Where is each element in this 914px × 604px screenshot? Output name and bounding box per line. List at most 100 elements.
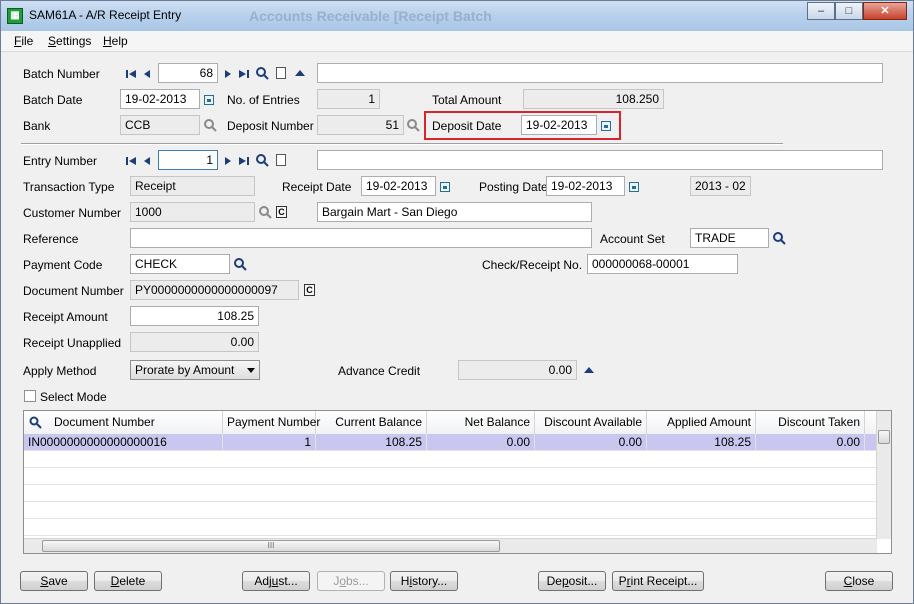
- account-set-finder-icon[interactable]: [772, 231, 786, 245]
- column-header-payment-number[interactable]: Payment Number: [223, 411, 320, 434]
- new-entry-icon[interactable]: [276, 154, 286, 166]
- receipt-date-calendar-icon[interactable]: [440, 182, 450, 192]
- print-receipt-button[interactable]: Print Receipt...: [612, 571, 704, 591]
- cell-discount-available: 0.00: [535, 434, 647, 451]
- column-header-net-balance[interactable]: Net Balance: [427, 411, 535, 434]
- reference-label: Reference: [23, 232, 79, 246]
- horizontal-scroll-thumb[interactable]: III: [42, 540, 500, 552]
- column-header-current-balance[interactable]: Current Balance: [316, 411, 427, 434]
- account-set-input[interactable]: TRADE: [690, 228, 769, 248]
- grid-horizontal-scrollbar[interactable]: III: [24, 538, 877, 553]
- batch-date-label: Batch Date: [23, 93, 83, 107]
- entry-number-input[interactable]: 1: [158, 150, 218, 170]
- customer-finder-icon[interactable]: [258, 205, 272, 219]
- history-button[interactable]: History...: [390, 571, 458, 591]
- next-record-icon[interactable]: [221, 67, 235, 81]
- app-icon: ▦: [7, 8, 23, 24]
- customer-name-input[interactable]: Bargain Mart - San Diego: [317, 202, 592, 222]
- advance-credit-collapse-icon[interactable]: [584, 367, 594, 373]
- previous-record-icon[interactable]: [141, 67, 155, 81]
- account-set-label: Account Set: [600, 232, 665, 246]
- menu-help[interactable]: Help: [103, 34, 128, 48]
- total-amount-label: Total Amount: [432, 93, 502, 107]
- close-window-button[interactable]: ✕: [863, 2, 907, 20]
- posting-date-input[interactable]: 19-02-2013: [546, 176, 625, 196]
- adjust-button[interactable]: Adjust...: [242, 571, 310, 591]
- deposit-number-value: 51: [317, 115, 404, 135]
- delete-button[interactable]: Delete: [94, 571, 162, 591]
- entry-last-record-icon[interactable]: [237, 154, 251, 168]
- empty-row[interactable]: [24, 485, 877, 502]
- cell-net-balance: 0.00: [427, 434, 535, 451]
- select-mode-checkbox[interactable]: [24, 390, 36, 402]
- total-amount-value: 108.250: [523, 89, 664, 109]
- receipt-entry-window: ▦ SAM61A - A/R Receipt Entry Accounts Re…: [0, 0, 914, 604]
- new-batch-icon[interactable]: [276, 67, 286, 79]
- jobs-button[interactable]: Jobs...: [317, 571, 385, 591]
- chevron-down-icon: [247, 368, 255, 373]
- batch-number-label: Batch Number: [23, 67, 100, 81]
- entries-label: No. of Entries: [227, 93, 300, 107]
- receipt-unapplied-value: 0.00: [130, 332, 259, 352]
- column-header-document-number[interactable]: Document Number: [24, 411, 223, 434]
- entry-next-record-icon[interactable]: [221, 154, 235, 168]
- table-row[interactable]: IN0000000000000000016 1 108.25 0.00 0.00…: [24, 434, 877, 451]
- receipt-date-label: Receipt Date: [282, 180, 352, 194]
- empty-row[interactable]: [24, 451, 877, 468]
- payment-code-input[interactable]: CHECK: [130, 254, 230, 274]
- minimize-button[interactable]: –: [807, 2, 835, 20]
- empty-row[interactable]: [24, 468, 877, 485]
- bank-finder-icon[interactable]: [203, 118, 217, 132]
- entry-description-input[interactable]: [317, 150, 883, 170]
- cell-document-number: IN0000000000000000016: [24, 434, 223, 451]
- entry-first-record-icon[interactable]: [124, 154, 138, 168]
- reference-input[interactable]: [130, 228, 592, 248]
- cell-discount-taken: 0.00: [756, 434, 865, 451]
- document-zoom-icon[interactable]: C: [304, 284, 315, 296]
- column-header-discount-taken[interactable]: Discount Taken: [756, 411, 865, 434]
- batch-finder-icon[interactable]: [255, 66, 269, 80]
- payment-code-finder-icon[interactable]: [233, 257, 247, 271]
- vertical-scroll-thumb[interactable]: [878, 430, 890, 444]
- window-title: SAM61A - A/R Receipt Entry: [29, 8, 182, 22]
- section-divider: [21, 143, 783, 145]
- applied-documents-grid: Document Number Payment Number Current B…: [23, 410, 892, 554]
- close-button[interactable]: Close: [825, 571, 893, 591]
- batch-description-input[interactable]: [317, 63, 883, 83]
- title-bar[interactable]: ▦ SAM61A - A/R Receipt Entry Accounts Re…: [1, 1, 913, 31]
- apply-method-select[interactable]: Prorate by Amount: [130, 360, 260, 380]
- save-button[interactable]: Save: [20, 571, 88, 591]
- first-record-icon[interactable]: [124, 67, 138, 81]
- check-receipt-input[interactable]: 000000068-00001: [587, 254, 738, 274]
- entry-finder-icon[interactable]: [255, 153, 269, 167]
- column-header-applied-amount[interactable]: Applied Amount: [647, 411, 756, 434]
- posting-date-calendar-icon[interactable]: [629, 182, 639, 192]
- deposit-button[interactable]: Deposit...: [538, 571, 606, 591]
- empty-row[interactable]: [24, 519, 877, 536]
- grid-search-icon[interactable]: [29, 416, 42, 429]
- transaction-type-label: Transaction Type: [23, 180, 115, 194]
- customer-zoom-icon[interactable]: C: [276, 206, 287, 218]
- batch-date-calendar-icon[interactable]: [204, 95, 214, 105]
- bank-label: Bank: [23, 119, 51, 133]
- column-header-discount-available[interactable]: Discount Available: [535, 411, 647, 434]
- background-window-title: Accounts Receivable [Receipt Batch: [249, 8, 492, 24]
- receipt-date-input[interactable]: 19-02-2013: [361, 176, 436, 196]
- empty-row[interactable]: [24, 502, 877, 519]
- select-mode-label: Select Mode: [40, 390, 107, 404]
- grid-vertical-scrollbar[interactable]: [876, 411, 891, 539]
- cell-current-balance: 108.25: [316, 434, 427, 451]
- batch-number-input[interactable]: 68: [158, 63, 218, 83]
- bank-value: CCB: [120, 115, 200, 135]
- customer-number-label: Customer Number: [23, 206, 122, 220]
- receipt-amount-input[interactable]: 108.25: [130, 306, 259, 326]
- deposit-finder-icon[interactable]: [406, 118, 420, 132]
- menu-settings[interactable]: Settings: [48, 34, 91, 48]
- collapse-up-icon[interactable]: [295, 70, 305, 76]
- document-number-label: Document Number: [23, 284, 124, 298]
- entry-previous-record-icon[interactable]: [141, 154, 155, 168]
- last-record-icon[interactable]: [237, 67, 251, 81]
- batch-date-input[interactable]: 19-02-2013: [120, 89, 200, 109]
- menu-file[interactable]: File: [14, 34, 33, 48]
- maximize-button[interactable]: □: [835, 2, 863, 20]
